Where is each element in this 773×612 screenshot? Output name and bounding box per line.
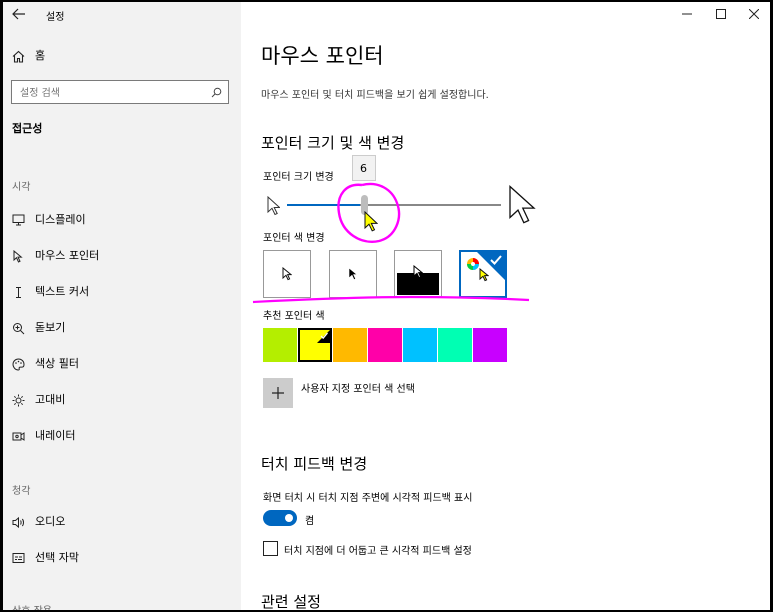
recommended-color-swatch[interactable]	[368, 328, 402, 362]
sidebar: 설정 홈 접근성 시각 디스플레이 마우스 포인터	[3, 2, 241, 610]
page-title: 마우스 포인터	[261, 44, 384, 68]
darker-feedback-label: 터치 지점에 더 어둡고 큰 시각적 피드백 설정	[284, 546, 472, 557]
maximize-button[interactable]	[703, 2, 739, 26]
magnifier-icon	[9, 310, 27, 346]
sidebar-item-label: 디스플레이	[35, 213, 86, 226]
recommended-color-swatch[interactable]	[333, 328, 367, 362]
recommended-color-swatch[interactable]	[438, 328, 472, 362]
sidebar-item-closed-captions[interactable]: 선택 자막	[3, 540, 241, 576]
group-title-vision: 시각	[12, 182, 31, 193]
home-icon	[9, 38, 27, 74]
recommended-colors-label: 추천 포인터 색	[263, 311, 325, 322]
sidebar-item-high-contrast[interactable]: 고대비	[3, 382, 241, 418]
page-description: 마우스 포인터 및 터치 피드백을 보기 쉽게 설정합니다.	[261, 90, 489, 101]
plus-icon	[272, 387, 284, 399]
sidebar-item-color-filters[interactable]: 색상 필터	[3, 346, 241, 382]
slider-value-tooltip: 6	[352, 155, 376, 181]
color-wheel-icon	[467, 258, 479, 270]
touch-section-title: 터치 피드백 변경	[261, 455, 368, 473]
recommended-color-swatch[interactable]	[263, 328, 297, 362]
back-arrow-icon[interactable]	[9, 4, 29, 24]
close-button[interactable]	[736, 2, 770, 26]
mouse-pointer-icon	[9, 238, 27, 274]
sidebar-item-label: 마우스 포인터	[35, 249, 100, 262]
add-custom-color-button[interactable]	[263, 378, 293, 408]
window-title: 설정	[46, 12, 65, 23]
toggle-knob	[285, 514, 293, 522]
recommended-color-swatch[interactable]	[298, 328, 332, 362]
sidebar-item-label: 텍스트 커서	[35, 285, 90, 298]
sidebar-item-narrator[interactable]: 내레이터	[3, 418, 241, 454]
sidebar-item-audio[interactable]: 오디오	[3, 504, 241, 540]
sidebar-item-home[interactable]: 홈	[3, 38, 241, 74]
pointer-section-title: 포인터 크기 및 색 변경	[261, 134, 405, 152]
sidebar-item-display[interactable]: 디스플레이	[3, 202, 241, 238]
sidebar-item-magnifier[interactable]: 돋보기	[3, 310, 241, 346]
sidebar-item-label: 홈	[35, 49, 46, 62]
settings-window: 설정 홈 접근성 시각 디스플레이 마우스 포인터	[3, 2, 770, 610]
small-pointer-icon	[265, 195, 281, 217]
annotation-underline	[252, 295, 530, 304]
search-icon[interactable]	[208, 84, 224, 100]
group-title-interaction: 상호 작용	[12, 602, 52, 610]
contrast-icon	[9, 382, 27, 418]
text-cursor-icon	[9, 274, 27, 310]
group-title-hearing: 청각	[12, 486, 31, 497]
touch-feedback-label: 화면 터치 시 터치 지점 주변에 시각적 피드백 표시	[263, 493, 473, 504]
checkmark-icon	[490, 255, 502, 265]
narrator-icon	[9, 418, 27, 454]
audio-icon	[9, 504, 27, 540]
sidebar-item-mouse-pointer[interactable]: 마우스 포인터	[3, 238, 241, 274]
minimize-button[interactable]	[669, 2, 705, 26]
sidebar-item-label: 내레이터	[35, 429, 76, 442]
sidebar-item-label: 색상 필터	[35, 357, 79, 370]
current-section-title: 접근성	[12, 122, 43, 135]
custom-color-label[interactable]: 사용자 지정 포인터 색 선택	[301, 380, 415, 395]
sidebar-item-label: 오디오	[35, 515, 66, 528]
search-input[interactable]	[18, 84, 202, 102]
captions-icon	[9, 540, 27, 576]
darker-feedback-checkbox[interactable]	[263, 541, 278, 556]
display-icon	[9, 202, 27, 238]
toggle-state-label: 켬	[305, 516, 315, 527]
related-settings-title: 관련 설정	[261, 593, 321, 610]
sidebar-item-label: 고대비	[35, 393, 66, 406]
touch-feedback-toggle[interactable]	[263, 510, 297, 526]
main-content: 마우스 포인터 마우스 포인터 및 터치 피드백을 보기 쉽게 설정합니다. 포…	[241, 2, 770, 610]
sidebar-item-label: 선택 자막	[35, 551, 79, 564]
recommended-color-swatch[interactable]	[473, 328, 507, 362]
pointer-size-label: 포인터 크기 변경	[263, 172, 334, 183]
recommended-color-swatch[interactable]	[403, 328, 437, 362]
pointer-color-label: 포인터 색 변경	[263, 233, 325, 244]
yellow-pointer-icon	[363, 210, 379, 234]
palette-icon	[9, 346, 27, 382]
search-box[interactable]	[11, 80, 229, 104]
sidebar-item-text-cursor[interactable]: 텍스트 커서	[3, 274, 241, 310]
slider-value: 6	[360, 162, 367, 175]
sidebar-item-label: 돋보기	[35, 321, 66, 334]
large-pointer-icon	[507, 184, 537, 226]
